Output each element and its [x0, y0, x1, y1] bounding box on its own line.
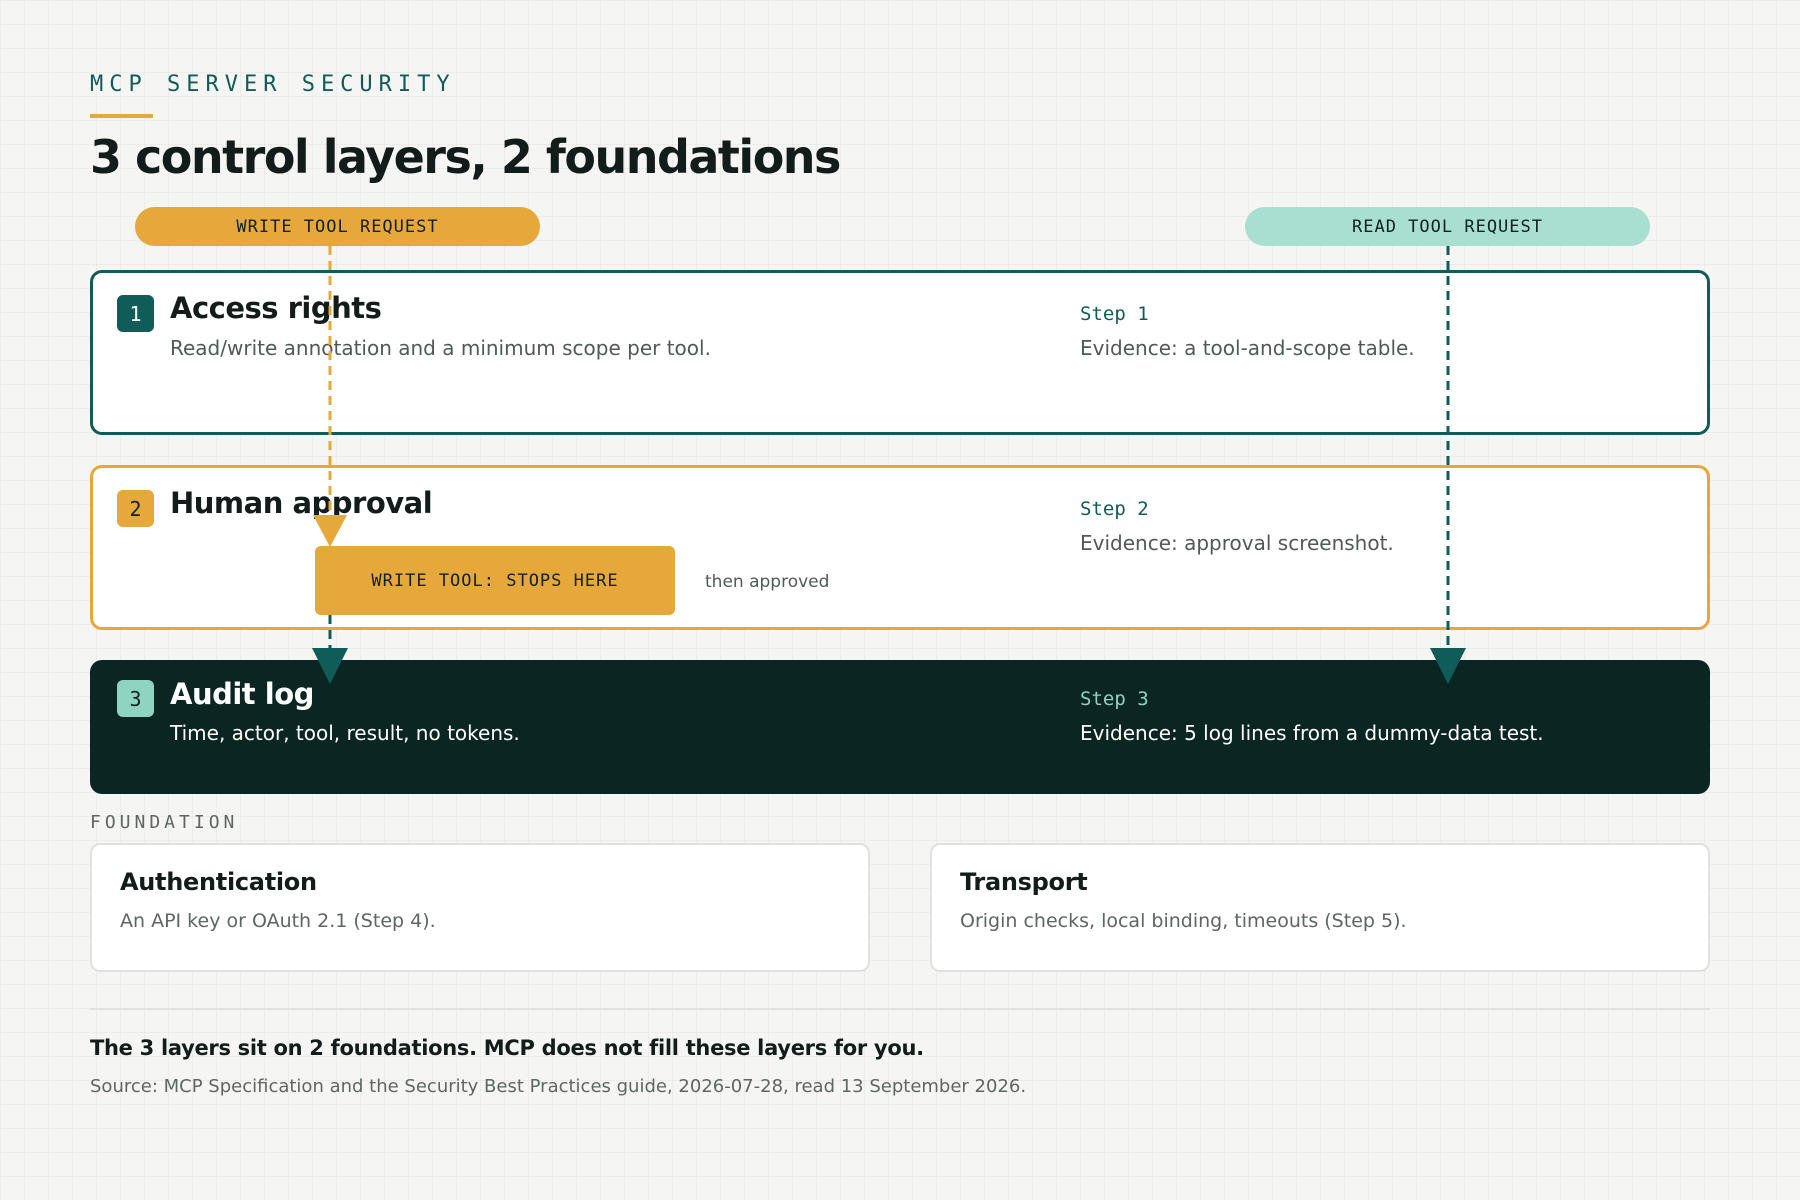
foundation-card-authentication [90, 843, 870, 972]
footer-divider [90, 1008, 1710, 1010]
layer-2-title: Human approval [170, 486, 433, 520]
foundation-card-transport [930, 843, 1710, 972]
foundation-label: FOUNDATION [90, 812, 239, 833]
layer-3-step: Step 3 [1080, 688, 1149, 710]
layer-1-number-badge: 1 [117, 295, 154, 332]
page-title: 3 control layers, 2 foundations [90, 130, 841, 184]
then-approved-label: then approved [705, 572, 830, 592]
layer-3-description: Time, actor, tool, result, no tokens. [170, 721, 520, 745]
layer-3-title: Audit log [170, 677, 314, 711]
write-tool-stop-box: WRITE TOOL: STOPS HERE [315, 546, 675, 615]
layer-3-number-badge: 3 [117, 680, 154, 717]
foundation-authentication-title: Authentication [120, 868, 317, 896]
foundation-authentication-description: An API key or OAuth 2.1 (Step 4). [120, 910, 436, 932]
eyebrow-underline [90, 114, 153, 118]
foundation-transport-description: Origin checks, local binding, timeouts (… [960, 910, 1407, 932]
foundation-transport-title: Transport [960, 868, 1088, 896]
layer-1-evidence: Evidence: a tool-and-scope table. [1080, 336, 1415, 360]
write-tool-request-pill: WRITE TOOL REQUEST [135, 207, 540, 246]
layer-2-step: Step 2 [1080, 498, 1149, 520]
layer-2-evidence: Evidence: approval screenshot. [1080, 531, 1394, 555]
read-tool-request-pill: READ TOOL REQUEST [1245, 207, 1650, 246]
layer-1-step: Step 1 [1080, 303, 1149, 325]
footer-note: The 3 layers sit on 2 foundations. MCP d… [90, 1036, 924, 1060]
footer-source: Source: MCP Specification and the Securi… [90, 1076, 1027, 1097]
layer-2-number-badge: 2 [117, 490, 154, 527]
layer-1-description: Read/write annotation and a minimum scop… [170, 336, 711, 360]
layer-3-evidence: Evidence: 5 log lines from a dummy-data … [1080, 721, 1544, 745]
eyebrow: MCP SERVER SECURITY [90, 72, 456, 97]
layer-1-title: Access rights [170, 291, 382, 325]
